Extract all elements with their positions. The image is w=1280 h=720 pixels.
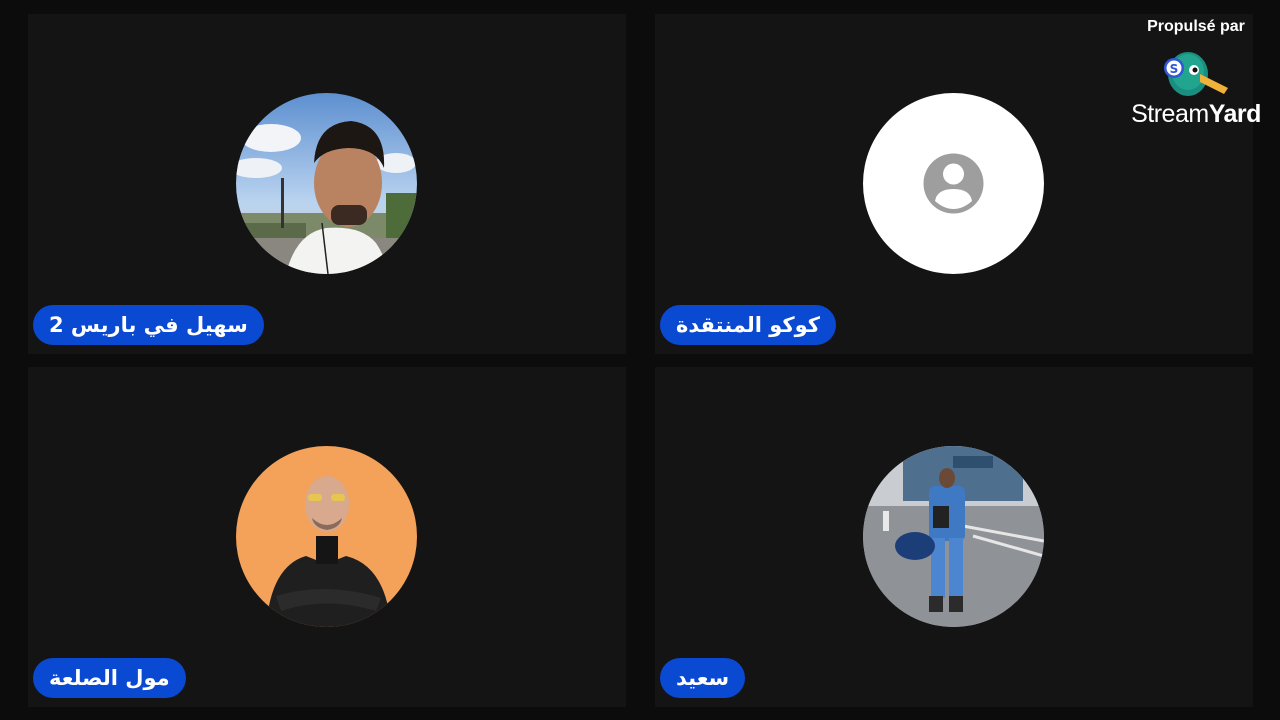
participant-name-badge: سهيل في باريس 2 <box>33 305 264 345</box>
duck-mascot-icon: S <box>1162 48 1230 104</box>
participant-avatar <box>863 93 1044 274</box>
stream-stage: سهيل في باريس 2 كوكو المنتقدة مول الصلعة… <box>0 0 1280 720</box>
default-user-icon <box>923 153 984 214</box>
mascot-letter: S <box>1170 62 1179 76</box>
wordmark-part-1: Stream <box>1131 100 1209 128</box>
participant-name-badge: سعيد <box>660 658 746 698</box>
participant-avatar <box>236 93 417 274</box>
participant-name-badge: مول الصلعة <box>33 658 186 698</box>
streamyard-wordmark: StreamYard <box>1126 100 1266 129</box>
wordmark-part-2: Yard <box>1208 100 1262 128</box>
participant-avatar <box>863 446 1044 627</box>
streamyard-branding[interactable]: Propulsé par S StreamYard <box>1126 18 1266 130</box>
participant-tile[interactable]: سهيل في باريس 2 <box>28 14 626 354</box>
participant-avatar <box>236 446 417 627</box>
powered-by-label: Propulsé par <box>1147 18 1245 35</box>
participant-tile[interactable]: سعيد <box>655 367 1253 707</box>
participant-tile[interactable]: مول الصلعة <box>28 367 626 707</box>
participant-name-badge: كوكو المنتقدة <box>660 305 837 345</box>
